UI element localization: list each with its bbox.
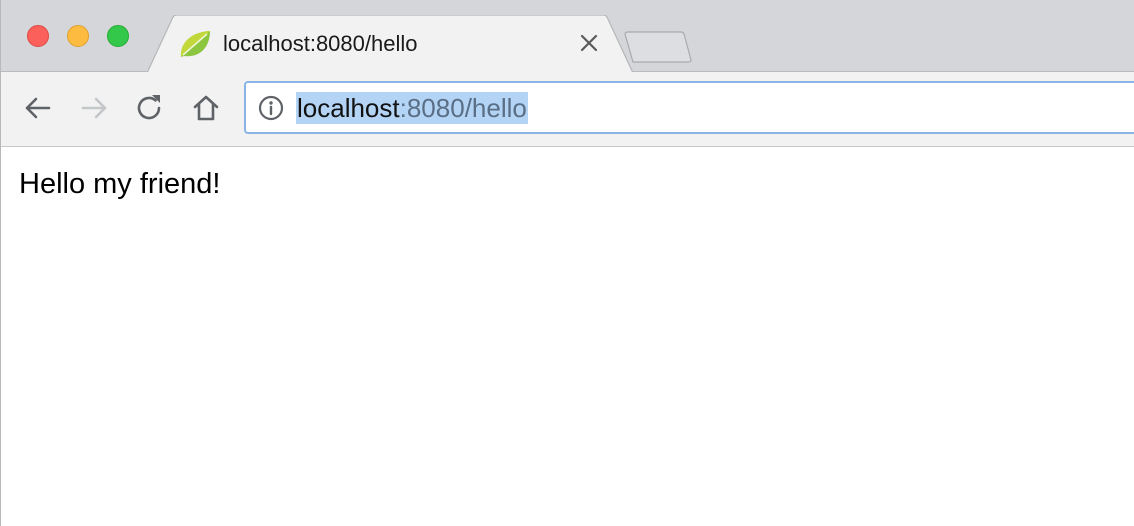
new-tab-button[interactable] [623,30,693,64]
browser-toolbar: localhost:8080/hello [1,72,1134,147]
window-close-button[interactable] [27,25,49,47]
spring-leaf-icon [177,28,213,60]
reload-icon[interactable] [133,91,167,125]
url-path: :8080/hello [399,93,527,123]
tab-active[interactable]: localhost:8080/hello [147,15,633,73]
url-text[interactable]: localhost:8080/hello [296,92,528,124]
tab-title: localhost:8080/hello [223,31,418,56]
url-host: localhost [297,93,400,123]
home-icon[interactable] [189,91,223,125]
browser-window: localhost:8080/hello localhost:8080/hell… [0,0,1134,526]
tab-strip: localhost:8080/hello [1,0,1134,73]
page-content: Hello my friend! [1,147,1134,526]
address-bar[interactable]: localhost:8080/hello [244,81,1134,134]
tab-close-icon[interactable] [577,31,601,55]
page-body-text: Hello my friend! [19,168,221,200]
forward-arrow-icon[interactable] [77,91,111,125]
window-maximize-button[interactable] [107,25,129,47]
info-icon[interactable] [258,95,284,121]
window-minimize-button[interactable] [67,25,89,47]
back-arrow-icon[interactable] [21,91,55,125]
